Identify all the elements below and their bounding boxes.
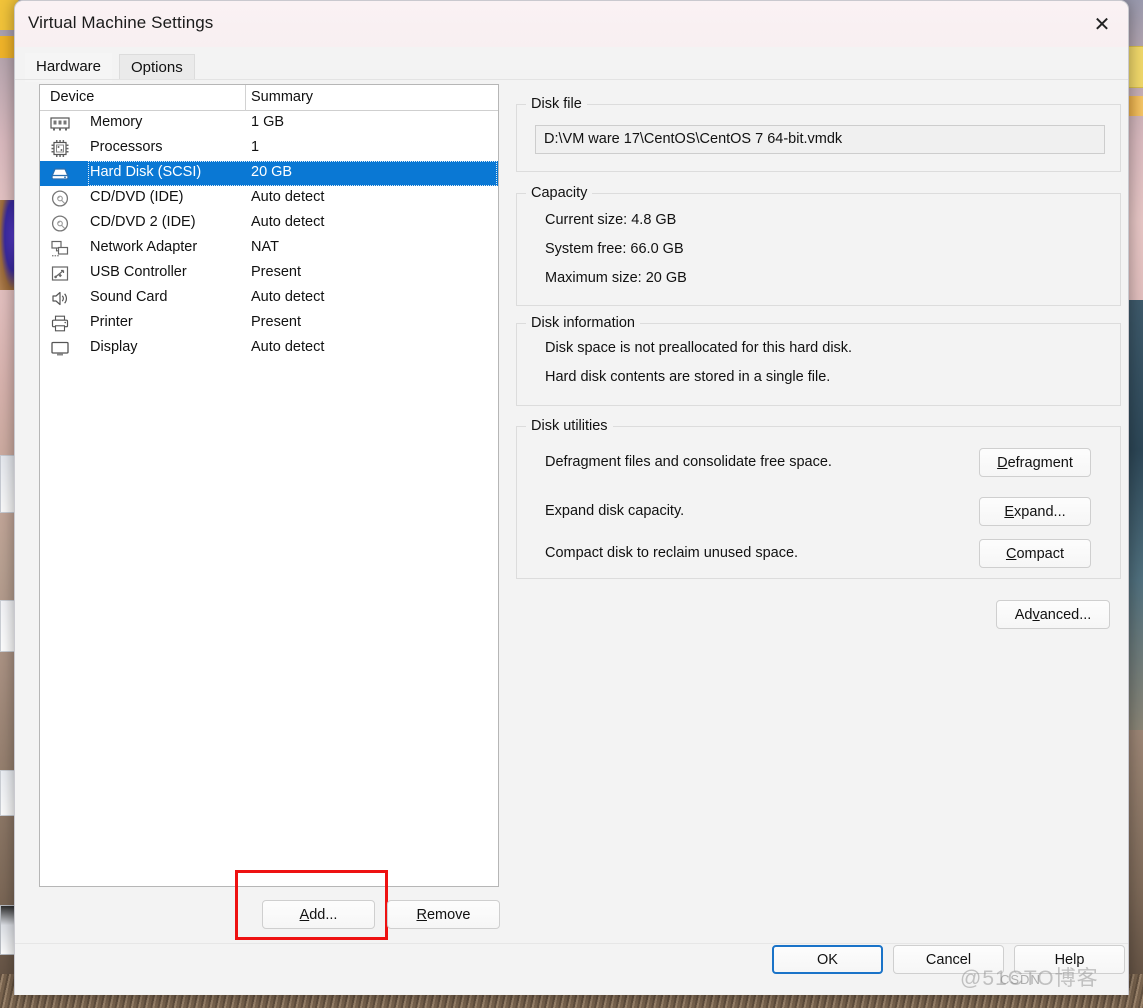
device-list[interactable]: Device Summary Memory 1 GB Processors 1 <box>39 84 499 887</box>
device-row-cd-dvd-2[interactable]: CD/DVD 2 (IDE) Auto detect <box>40 211 498 236</box>
ok-button[interactable]: OK <box>772 945 883 974</box>
current-size-text: Current size: 4.8 GB <box>545 212 677 228</box>
compact-description: Compact disk to reclaim unused space. <box>545 545 799 561</box>
cancel-button-label: Cancel <box>925 951 972 968</box>
device-summary: 1 GB <box>251 114 285 130</box>
device-name: CD/DVD (IDE) <box>90 189 184 205</box>
capacity-group-title: Capacity <box>526 185 593 201</box>
device-row-hard-disk[interactable]: Hard Disk (SCSI) 20 GB <box>40 161 498 186</box>
device-row-cd-dvd[interactable]: CD/DVD (IDE) Auto detect <box>40 186 498 211</box>
expand-button-label: Expand... <box>1004 503 1066 520</box>
sound-card-icon <box>50 289 70 308</box>
help-button-label: Help <box>1054 951 1085 968</box>
maximum-size-text: Maximum size: 20 GB <box>545 270 687 286</box>
defragment-description: Defragment files and consolidate free sp… <box>545 454 832 470</box>
device-name: Network Adapter <box>90 239 198 255</box>
remove-button[interactable]: Remove <box>387 900 500 929</box>
title-bar: Virtual Machine Settings ✕ <box>15 1 1128 47</box>
window-title: Virtual Machine Settings <box>28 13 214 32</box>
ok-button-label: OK <box>817 951 838 968</box>
device-name: Memory <box>90 114 143 130</box>
device-summary: Auto detect <box>251 189 325 205</box>
device-name: Processors <box>90 139 163 155</box>
device-summary: 20 GB <box>251 164 293 180</box>
capacity-group: Capacity Current size: 4.8 GB System fre… <box>516 185 1121 306</box>
disk-information-group: Disk information Disk space is not preal… <box>516 315 1121 406</box>
tab-options[interactable]: Options <box>119 54 195 80</box>
disk-info-line-2: Hard disk contents are stored in a singl… <box>545 369 831 385</box>
column-header-device: Device <box>50 89 95 105</box>
display-icon <box>50 339 70 358</box>
device-name: Printer <box>90 314 133 330</box>
help-button[interactable]: Help <box>1014 945 1125 974</box>
defragment-button[interactable]: Defragment <box>979 448 1091 477</box>
device-row-printer[interactable]: Printer Present <box>40 311 498 336</box>
device-row-memory[interactable]: Memory 1 GB <box>40 111 498 136</box>
tab-underline <box>15 79 1128 80</box>
advanced-button[interactable]: Advanced... <box>996 600 1110 629</box>
device-name: Display <box>90 339 138 355</box>
disk-info-line-1: Disk space is not preallocated for this … <box>545 340 853 356</box>
device-summary: Auto detect <box>251 289 325 305</box>
cancel-button[interactable]: Cancel <box>893 945 1004 974</box>
close-icon[interactable]: ✕ <box>1076 1 1128 47</box>
column-divider <box>245 85 246 111</box>
hard-disk-icon <box>50 164 70 183</box>
network-adapter-icon <box>50 239 70 258</box>
processor-icon <box>50 139 70 158</box>
compact-button[interactable]: Compact <box>979 539 1091 568</box>
device-summary: Auto detect <box>251 339 325 355</box>
advanced-button-label: Advanced... <box>1014 606 1092 623</box>
cd-dvd-icon <box>50 214 70 233</box>
device-row-processors[interactable]: Processors 1 <box>40 136 498 161</box>
device-row-sound-card[interactable]: Sound Card Auto detect <box>40 286 498 311</box>
disk-utilities-group-title: Disk utilities <box>526 418 613 434</box>
device-list-header: Device Summary <box>40 85 498 111</box>
printer-icon <box>50 314 70 333</box>
defragment-button-label: Defragment <box>997 454 1073 471</box>
device-summary: NAT <box>251 239 279 255</box>
disk-information-group-title: Disk information <box>526 315 640 331</box>
add-button-label: Add... <box>299 906 338 923</box>
tab-hardware-label: Hardware <box>36 58 102 75</box>
device-name: Hard Disk (SCSI) <box>90 164 202 180</box>
compact-button-label: Compact <box>1005 545 1065 562</box>
device-summary: Present <box>251 314 301 330</box>
tab-hardware[interactable]: Hardware <box>25 53 113 82</box>
device-summary: Present <box>251 264 301 280</box>
device-name: Sound Card <box>90 289 168 305</box>
device-row-network-adapter[interactable]: Network Adapter NAT <box>40 236 498 261</box>
device-name: CD/DVD 2 (IDE) <box>90 214 196 230</box>
device-row-usb-controller[interactable]: USB Controller Present <box>40 261 498 286</box>
device-summary: 1 <box>251 139 260 155</box>
cd-dvd-icon <box>50 189 70 208</box>
virtual-machine-settings-dialog: Virtual Machine Settings ✕ Hardware Opti… <box>14 0 1129 995</box>
remove-button-label: Remove <box>416 906 471 923</box>
add-button[interactable]: Add... <box>262 900 375 929</box>
disk-file-group-title: Disk file <box>526 96 587 112</box>
device-row-display[interactable]: Display Auto detect <box>40 336 498 361</box>
system-free-text: System free: 66.0 GB <box>545 241 684 257</box>
disk-file-path-field[interactable]: D:\VM ware 17\CentOS\CentOS 7 64-bit.vmd… <box>535 125 1105 154</box>
expand-description: Expand disk capacity. <box>545 503 685 519</box>
disk-file-group: Disk file D:\VM ware 17\CentOS\CentOS 7 … <box>516 96 1121 172</box>
tab-strip: Hardware Options <box>15 47 1128 82</box>
column-header-summary: Summary <box>251 89 314 105</box>
expand-button[interactable]: Expand... <box>979 497 1091 526</box>
memory-icon <box>50 114 70 133</box>
device-summary: Auto detect <box>251 214 325 230</box>
tab-options-label: Options <box>131 59 183 76</box>
device-name: USB Controller <box>90 264 187 280</box>
usb-controller-icon <box>50 264 70 283</box>
